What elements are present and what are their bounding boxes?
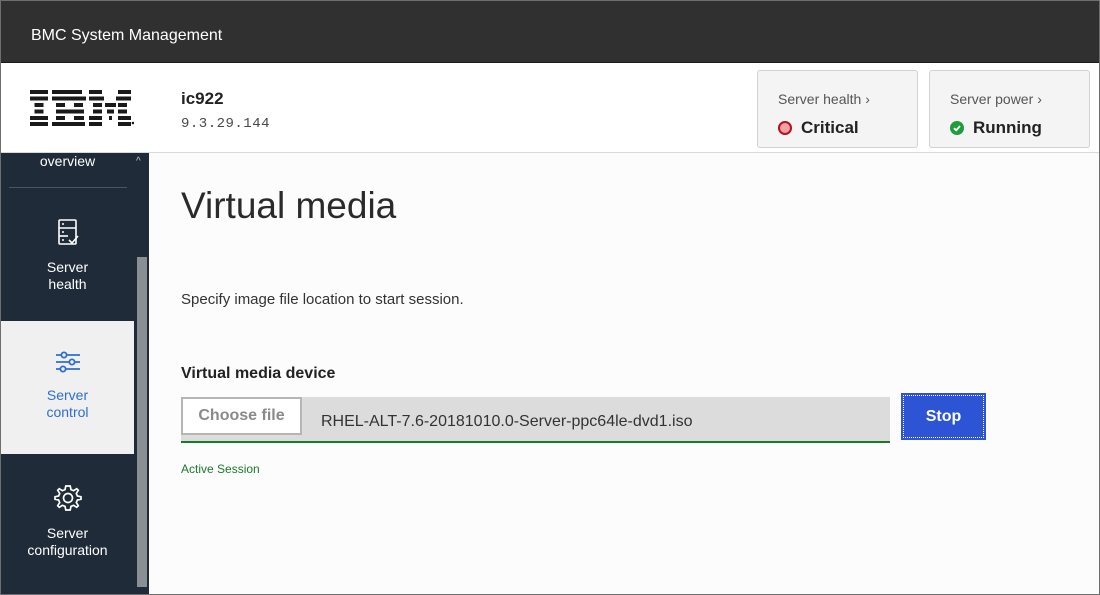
server-power-value: Running — [950, 118, 1042, 138]
sidebar-item-label: overview — [39, 153, 96, 169]
server-health-label: Server health › — [778, 91, 870, 107]
page-description: Specify image file location to start ses… — [181, 291, 464, 308]
server-name: ic922 — [181, 89, 224, 108]
server-ip: 9.3.29.144 — [181, 116, 271, 132]
virtual-media-device-label: Virtual media device — [181, 365, 336, 382]
sidebar-item-label: Server control — [46, 387, 89, 420]
main-content: Virtual media Specify image file locatio… — [149, 153, 1099, 594]
server-health-card[interactable]: Server health › Critical — [757, 70, 918, 148]
chevron-up-icon[interactable]: ^ — [136, 156, 141, 167]
server-health-value: Critical — [778, 118, 859, 138]
sidebar-item-overview[interactable]: overview — [1, 153, 134, 187]
server-power-label: Server power › — [950, 91, 1042, 107]
chevron-right-icon: › — [865, 91, 870, 107]
header: ic922 9.3.29.144 Server health › Critical… — [1, 63, 1099, 153]
ibm-logo — [30, 90, 134, 126]
critical-circle-icon — [778, 121, 792, 135]
page-title: Virtual media — [181, 185, 397, 226]
top-bar: BMC System Management — [1, 1, 1099, 63]
sidebar-item-label: Server health — [46, 259, 89, 292]
sidebar-item-label: Server configuration — [27, 525, 108, 558]
server-power-card[interactable]: Server power › Running — [929, 70, 1090, 148]
gear-icon — [53, 485, 82, 511]
selected-file-name: RHEL-ALT-7.6-20181010.0-Server-ppc64le-d… — [321, 413, 693, 430]
server-health-icon — [57, 219, 79, 245]
sidebar-item-server-control[interactable]: Server control — [1, 321, 134, 454]
session-status: Active Session — [181, 462, 260, 476]
scrollbar-thumb[interactable] — [137, 257, 147, 587]
choose-file-button[interactable]: Choose file — [181, 397, 302, 435]
check-circle-icon — [950, 121, 964, 135]
app-window: BMC System Management ic922 9.3.29.144 S… — [0, 0, 1100, 595]
app-title: BMC System Management — [31, 27, 223, 44]
sliders-icon — [55, 351, 80, 373]
sidebar-item-server-configuration[interactable]: Server configuration — [1, 457, 134, 594]
file-upload-field[interactable]: Choose file RHEL-ALT-7.6-20181010.0-Serv… — [181, 397, 890, 443]
stop-button[interactable]: Stop — [901, 393, 986, 440]
sidebar-item-server-health[interactable]: Server health — [1, 188, 134, 318]
chevron-right-icon: › — [1037, 91, 1042, 107]
